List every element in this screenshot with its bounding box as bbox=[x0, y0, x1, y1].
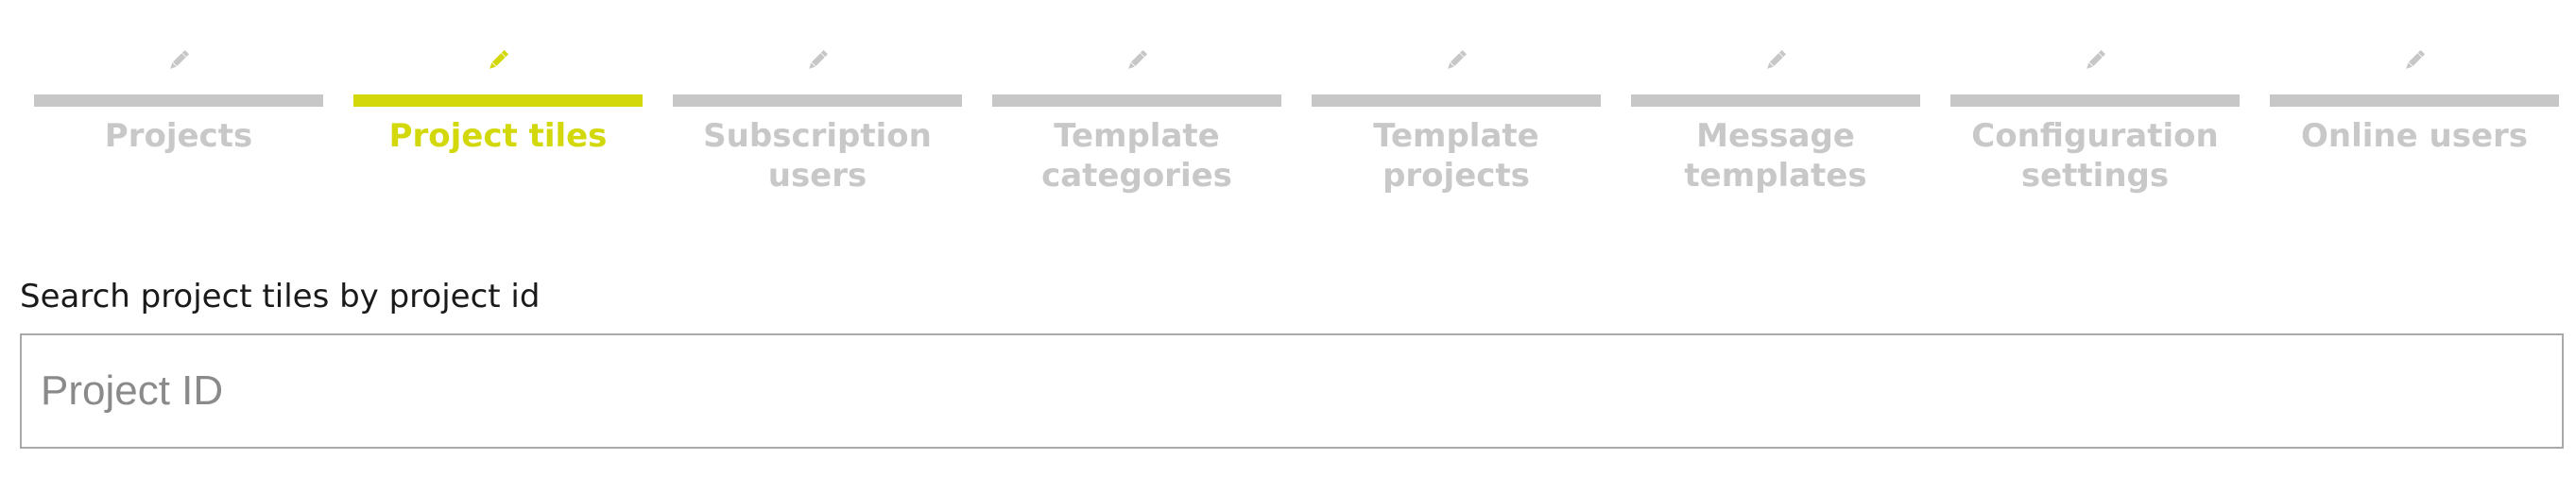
pencil-icon bbox=[2080, 45, 2110, 76]
pencil-icon bbox=[1122, 45, 1152, 76]
pencil-icon bbox=[1760, 45, 1791, 76]
pencil-icon bbox=[802, 45, 833, 76]
tab-label: Configuration settings bbox=[1971, 117, 2219, 195]
search-label: Search project tiles by project id bbox=[20, 278, 541, 315]
tab-indicator-bar bbox=[2270, 94, 2559, 107]
pencil-icon bbox=[1441, 45, 1471, 76]
tab-label: Online users bbox=[2300, 117, 2529, 155]
tab-online-users[interactable]: Online users bbox=[2270, 45, 2559, 196]
step-tabs: Projects Project tiles Subscription user… bbox=[34, 45, 2561, 196]
tab-label: Projects bbox=[104, 117, 253, 155]
pencil-icon bbox=[483, 45, 513, 76]
tab-indicator-bar bbox=[353, 94, 643, 107]
tab-label: Subscription users bbox=[703, 117, 932, 195]
search-box bbox=[20, 333, 2564, 449]
tab-indicator-bar bbox=[673, 94, 962, 107]
tab-message-templates[interactable]: Message templates bbox=[1631, 45, 1920, 196]
tab-configuration-settings[interactable]: Configuration settings bbox=[1950, 45, 2240, 196]
pencil-icon bbox=[2399, 45, 2430, 76]
tab-projects[interactable]: Projects bbox=[34, 45, 323, 196]
tab-template-categories[interactable]: Template categories bbox=[992, 45, 1281, 196]
tab-indicator-bar bbox=[1312, 94, 1601, 107]
project-id-input[interactable] bbox=[22, 335, 2562, 447]
tab-label: Template projects bbox=[1373, 117, 1539, 195]
tab-template-projects[interactable]: Template projects bbox=[1312, 45, 1601, 196]
pencil-icon bbox=[163, 45, 194, 76]
tab-label: Project tiles bbox=[388, 117, 608, 155]
tab-indicator-bar bbox=[1631, 94, 1920, 107]
tab-label: Template categories bbox=[1041, 117, 1232, 195]
tab-label: Message templates bbox=[1684, 117, 1867, 195]
tab-indicator-bar bbox=[34, 94, 323, 107]
tab-indicator-bar bbox=[1950, 94, 2240, 107]
tab-project-tiles[interactable]: Project tiles bbox=[353, 45, 643, 196]
tab-indicator-bar bbox=[992, 94, 1281, 107]
tab-subscription-users[interactable]: Subscription users bbox=[673, 45, 962, 196]
